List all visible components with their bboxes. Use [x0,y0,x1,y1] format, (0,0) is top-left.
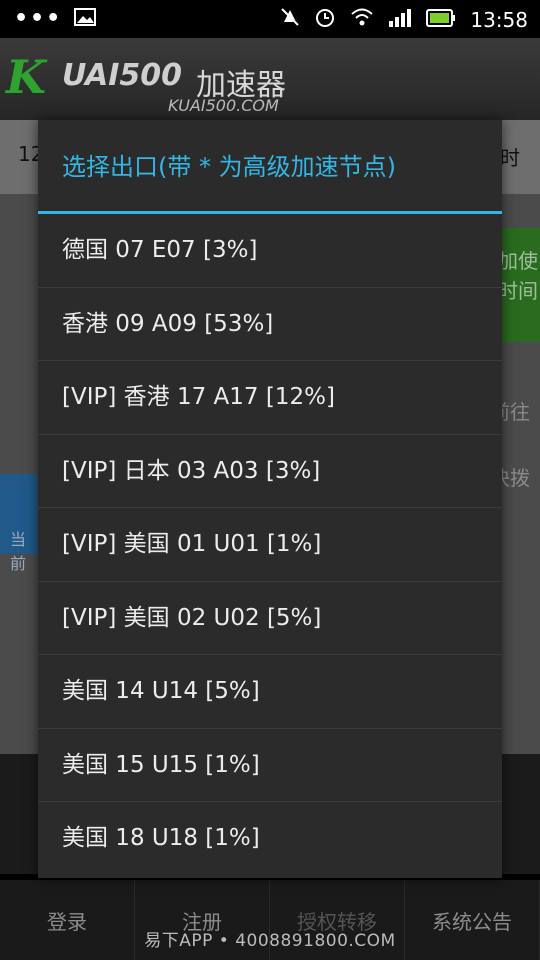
background-blue-text: 当前 [10,530,27,573]
list-item[interactable]: [VIP] 香港 17 A17 [12%] [38,361,502,435]
logo-url: KUAI500.COM [168,96,279,115]
list-item[interactable]: 德国 07 E07 [3%] [38,214,502,288]
background-row-right-text: 时 [500,146,520,170]
background-blue-panel: 当前 [0,474,38,573]
battery-icon [426,8,456,32]
exit-node-dialog: 选择出口(带 * 为高级加速节点) 德国 07 E07 [3%] 香港 09 A… [38,120,502,878]
list-item[interactable]: 美国 15 U15 [1%] [38,729,502,802]
list-item[interactable]: 香港 09 A09 [53%] [38,288,502,361]
dialog-title: 选择出口(带 * 为高级加速节点) [38,120,502,214]
list-item[interactable]: 美国 14 U14 [5%] [38,655,502,729]
watermark: 易下APP • 4008891800.COM [144,931,396,951]
alarm-icon [314,6,336,33]
list-item[interactable]: [VIP] 美国 01 U01 [1%] [38,508,502,582]
mute-icon [280,7,300,32]
status-bar: ••• 13:58 [0,0,540,38]
clock: 13:58 [470,7,528,32]
app-header: K UAI500 加速器 KUAI500.COM [0,38,540,120]
list-item[interactable]: 美国 18 U18 [1%] [38,802,502,876]
background-green-button: 加使 时间 [496,228,540,342]
background-green-text-2: 时间 [498,279,538,303]
logo-wordmark: UAI500 [62,58,183,93]
background-green-text-1: 加使 [498,249,538,273]
signal-icon [388,7,412,32]
wifi-icon [350,7,374,32]
logo-mark: K [6,50,46,104]
list-item[interactable]: [VIP] 日本 03 A03 [3%] [38,435,502,508]
image-icon [74,7,97,31]
exit-node-list: 德国 07 E07 [3%] 香港 09 A09 [53%] [VIP] 香港 … [38,214,502,876]
list-item[interactable]: [VIP] 美国 02 U02 [5%] [38,582,502,655]
more-dots-icon: ••• [14,6,63,31]
